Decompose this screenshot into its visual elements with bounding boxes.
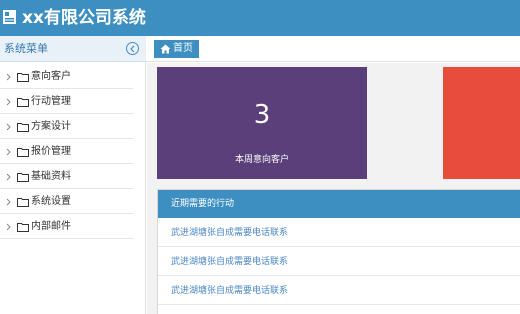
- sidebar-item-action-management[interactable]: 行动管理: [0, 89, 133, 114]
- chevron-left-circle-icon: [130, 45, 135, 53]
- chevron-right-icon: [6, 123, 11, 131]
- list-item[interactable]: 武进湖塘张自成需要电话联系: [158, 218, 520, 247]
- document-icon: [3, 10, 16, 24]
- action-link[interactable]: 武进湖塘张自成需要电话联系: [171, 228, 288, 239]
- panel-title: 近期需要的行动: [171, 199, 235, 209]
- list-item[interactable]: 武进湖塘张自成需要电话联系: [158, 276, 520, 305]
- tab-home[interactable]: 首页: [154, 40, 199, 58]
- recent-actions-panel: 近期需要的行动 武进湖塘张自成需要电话联系 武进湖塘张自成需要电话联系 武进湖塘…: [157, 189, 520, 314]
- sidebar-item-label: 方案设计: [31, 121, 71, 132]
- chevron-right-icon: [6, 223, 11, 231]
- sidebar-item-label: 内部邮件: [31, 221, 71, 232]
- sidebar-item-intended-customers[interactable]: 意向客户: [0, 64, 133, 89]
- sidebar-item-label: 行动管理: [31, 96, 71, 107]
- folder-icon: [17, 173, 29, 182]
- sidebar-item-label: 基础资料: [31, 171, 71, 182]
- chevron-right-icon: [6, 73, 11, 81]
- folder-icon: [17, 223, 29, 232]
- folder-icon: [17, 198, 29, 207]
- chevron-right-icon: [6, 198, 11, 206]
- action-link[interactable]: 武进湖塘张自成需要电话联系: [171, 286, 288, 297]
- sidebar-header: 系统菜单: [0, 36, 146, 62]
- action-link[interactable]: 武进湖塘张自成需要电话联系: [171, 257, 288, 268]
- stat-label: 本周意向客户: [234, 155, 289, 165]
- stat-card-secondary[interactable]: [443, 67, 520, 179]
- sidebar-item-basic-data[interactable]: 基础资料: [0, 164, 133, 189]
- sidebar-item-label: 意向客户: [31, 71, 71, 82]
- sidebar-item-label: 系统设置: [31, 196, 71, 207]
- sidebar-item-internal-mail[interactable]: 内部邮件: [0, 214, 133, 239]
- chevron-right-icon: [6, 98, 11, 106]
- sidebar-item-solution-design[interactable]: 方案设计: [0, 114, 133, 139]
- sidebar-collapse-button[interactable]: [126, 42, 139, 55]
- folder-icon: [17, 73, 29, 82]
- panel-heading: 近期需要的行动: [158, 190, 520, 218]
- breadcrumb: 首页: [146, 36, 520, 62]
- chevron-right-icon: [6, 148, 11, 156]
- list-item[interactable]: 武进湖塘张自成需要电话联系: [158, 247, 520, 276]
- chevron-right-icon: [6, 173, 11, 181]
- top-bar: xx有限公司系统: [0, 0, 520, 36]
- stat-card-weekly-intended-customers[interactable]: 3 本周意向客户: [157, 67, 367, 179]
- folder-icon: [17, 98, 29, 107]
- sidebar-item-system-settings[interactable]: 系统设置: [0, 189, 133, 214]
- home-icon: [160, 44, 171, 54]
- folder-icon: [17, 148, 29, 157]
- main-content: 3 本周意向客户 近期需要的行动 武进湖塘张自成需要电话联系 武进湖塘张自成需要…: [147, 63, 520, 314]
- folder-icon: [17, 123, 29, 132]
- sidebar-header-label: 系统菜单: [4, 42, 48, 55]
- sidebar: 意向客户 行动管理 方案设计 报价管理 基础资料 系统设置 内部邮件: [0, 62, 146, 314]
- tab-home-label: 首页: [173, 43, 193, 54]
- sidebar-item-label: 报价管理: [31, 146, 71, 157]
- sidebar-item-quote-management[interactable]: 报价管理: [0, 139, 133, 164]
- app-title: xx有限公司系统: [22, 8, 146, 28]
- stat-value: 3: [253, 100, 271, 130]
